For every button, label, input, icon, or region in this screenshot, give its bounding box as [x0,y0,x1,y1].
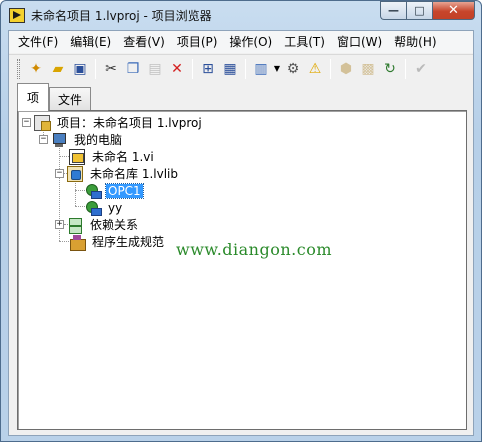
save-all-glyph: ▣ [73,60,87,77]
delete-icon[interactable]: ✕ [166,58,188,80]
open-folder-icon[interactable]: ▰ [47,58,69,80]
tree-node-vi[interactable]: 未命名 1.vi [69,148,156,165]
tree-node-project[interactable]: − 项目：未命名项目 1.lvproj [22,114,204,131]
toolbar-separator [405,58,406,79]
toolbar-grip[interactable] [17,58,20,79]
build-specifications-icon [69,234,86,251]
tree-node-yy[interactable]: yy [85,199,124,216]
build-glyph: ▩ [361,60,375,77]
tree-node-build-specs[interactable]: 程序生成规范 [69,233,166,251]
view-icon[interactable]: ▥ [250,58,272,80]
tab-files[interactable]: 文件 [49,87,91,110]
tree-node-label-selected: OPC1 [105,182,144,199]
copy-icon[interactable]: ❐ [122,58,144,80]
tree-node-label: 依赖关系 [90,218,139,232]
menu-window[interactable]: 窗口(W) [331,32,388,52]
project-tree[interactable]: − 项目：未命名项目 1.lvproj − 我的电脑 未命名 1.vi − 未命… [18,111,466,429]
open-glyph: ▰ [52,60,64,77]
minimize-button[interactable]: — [380,1,406,20]
chevron-down-icon[interactable]: ▼ [272,58,282,80]
tree-node-library[interactable]: − 未命名库 1.lvlib [55,165,180,182]
settings-icon[interactable]: ⚙ [282,58,304,80]
menu-file[interactable]: 文件(F) [11,32,64,52]
tree-node-label: 未命名 1.vi [92,150,154,164]
tree-node-label: 我的电脑 [74,133,123,147]
computer-icon [51,132,67,148]
cut-icon[interactable]: ✂ [100,58,122,80]
tree-node-label: 程序生成规范 [92,235,165,249]
close-button[interactable]: ✕ [432,1,475,20]
collapse-icon[interactable]: − [22,118,31,127]
shared-variable-icon [85,200,102,216]
toolbar: ✦ ▰ ▣ ✂ ❐ ▤ ✕ ⊞ ▦ ▥ ▼ ⚙ ⚠ ⬢ ▩ ↻ ✔ [9,54,473,82]
refresh-icon[interactable]: ↻ [379,58,401,80]
menu-help[interactable]: 帮助(H) [388,32,442,52]
collapse-icon[interactable]: − [55,169,64,178]
menu-tools[interactable]: 工具(T) [278,32,331,52]
menu-bar: 文件(F) 编辑(E) 查看(V) 项目(P) 操作(O) 工具(T) 窗口(W… [9,31,473,53]
toolbar-separator [330,58,331,79]
collapse-icon[interactable]: − [39,135,48,144]
new-glyph: ✦ [30,60,42,77]
tab-strip: 项 文件 [9,83,473,111]
warning-icon[interactable]: ⚠ [304,58,326,80]
tree-node-label: yy [108,200,123,215]
deploy-glyph: ⬢ [339,60,353,77]
refresh-glyph: ↻ [384,60,396,77]
deploy-icon[interactable]: ⬢ [335,58,357,80]
paste-glyph: ▤ [148,60,162,77]
shared-variable-icon [85,183,102,199]
check-glyph: ✔ [415,60,427,77]
toolbar-separator [95,58,96,79]
cut-glyph: ✂ [105,60,117,77]
save-project-glyph: ▦ [223,60,237,77]
tree-node-dependencies[interactable]: + 依赖关系 [55,216,140,234]
window-title: 未命名项目 1.lvproj - 项目浏览器 [31,9,212,23]
new-icon[interactable]: ✦ [25,58,47,80]
expand-icon[interactable]: + [55,220,64,229]
client-area: 文件(F) 编辑(E) 查看(V) 项目(P) 操作(O) 工具(T) 窗口(W… [8,30,474,436]
menu-project[interactable]: 项目(P) [171,32,224,52]
delete-glyph: ✕ [171,60,183,77]
view-glyph: ▥ [254,60,268,77]
labview-icon [9,8,25,23]
project-icon [34,114,51,131]
add-to-project-glyph: ⊞ [202,60,214,77]
save-all-icon[interactable]: ▣ [69,58,91,80]
tree-node-my-computer[interactable]: − 我的电脑 [39,131,124,148]
watermark: www.diangon.com [176,240,333,259]
tree-connector [75,181,76,206]
library-icon [67,165,83,182]
menu-view[interactable]: 查看(V) [117,32,171,52]
add-to-project-icon[interactable]: ⊞ [197,58,219,80]
tree-node-label: 未命名库 1.lvlib [90,167,178,181]
settings-glyph: ⚙ [286,60,300,77]
toolbar-separator [192,58,193,79]
tree-node-label: 项目：未命名项目 1.lvproj [57,116,202,130]
dependencies-icon [67,217,83,234]
tree-node-opc1[interactable]: OPC1 [85,182,144,199]
menu-edit[interactable]: 编辑(E) [64,32,117,52]
tab-items[interactable]: 项 [17,83,49,111]
caption-buttons: — □ ✕ [380,1,475,20]
check-icon[interactable]: ✔ [410,58,432,80]
warning-glyph: ⚠ [308,60,322,77]
save-project-icon[interactable]: ▦ [219,58,241,80]
title-bar[interactable]: 未命名项目 1.lvproj - 项目浏览器 — □ ✕ [1,1,481,30]
paste-icon[interactable]: ▤ [144,58,166,80]
toolbar-separator [245,58,246,79]
maximize-button[interactable]: □ [406,1,432,20]
copy-glyph: ❐ [126,60,140,77]
vi-icon [69,148,85,165]
project-explorer-window: 未命名项目 1.lvproj - 项目浏览器 — □ ✕ 文件(F) 编辑(E)… [0,0,482,442]
project-tree-panel: − 项目：未命名项目 1.lvproj − 我的电脑 未命名 1.vi − 未命… [17,110,467,430]
menu-operate[interactable]: 操作(O) [223,32,278,52]
build-icon[interactable]: ▩ [357,58,379,80]
